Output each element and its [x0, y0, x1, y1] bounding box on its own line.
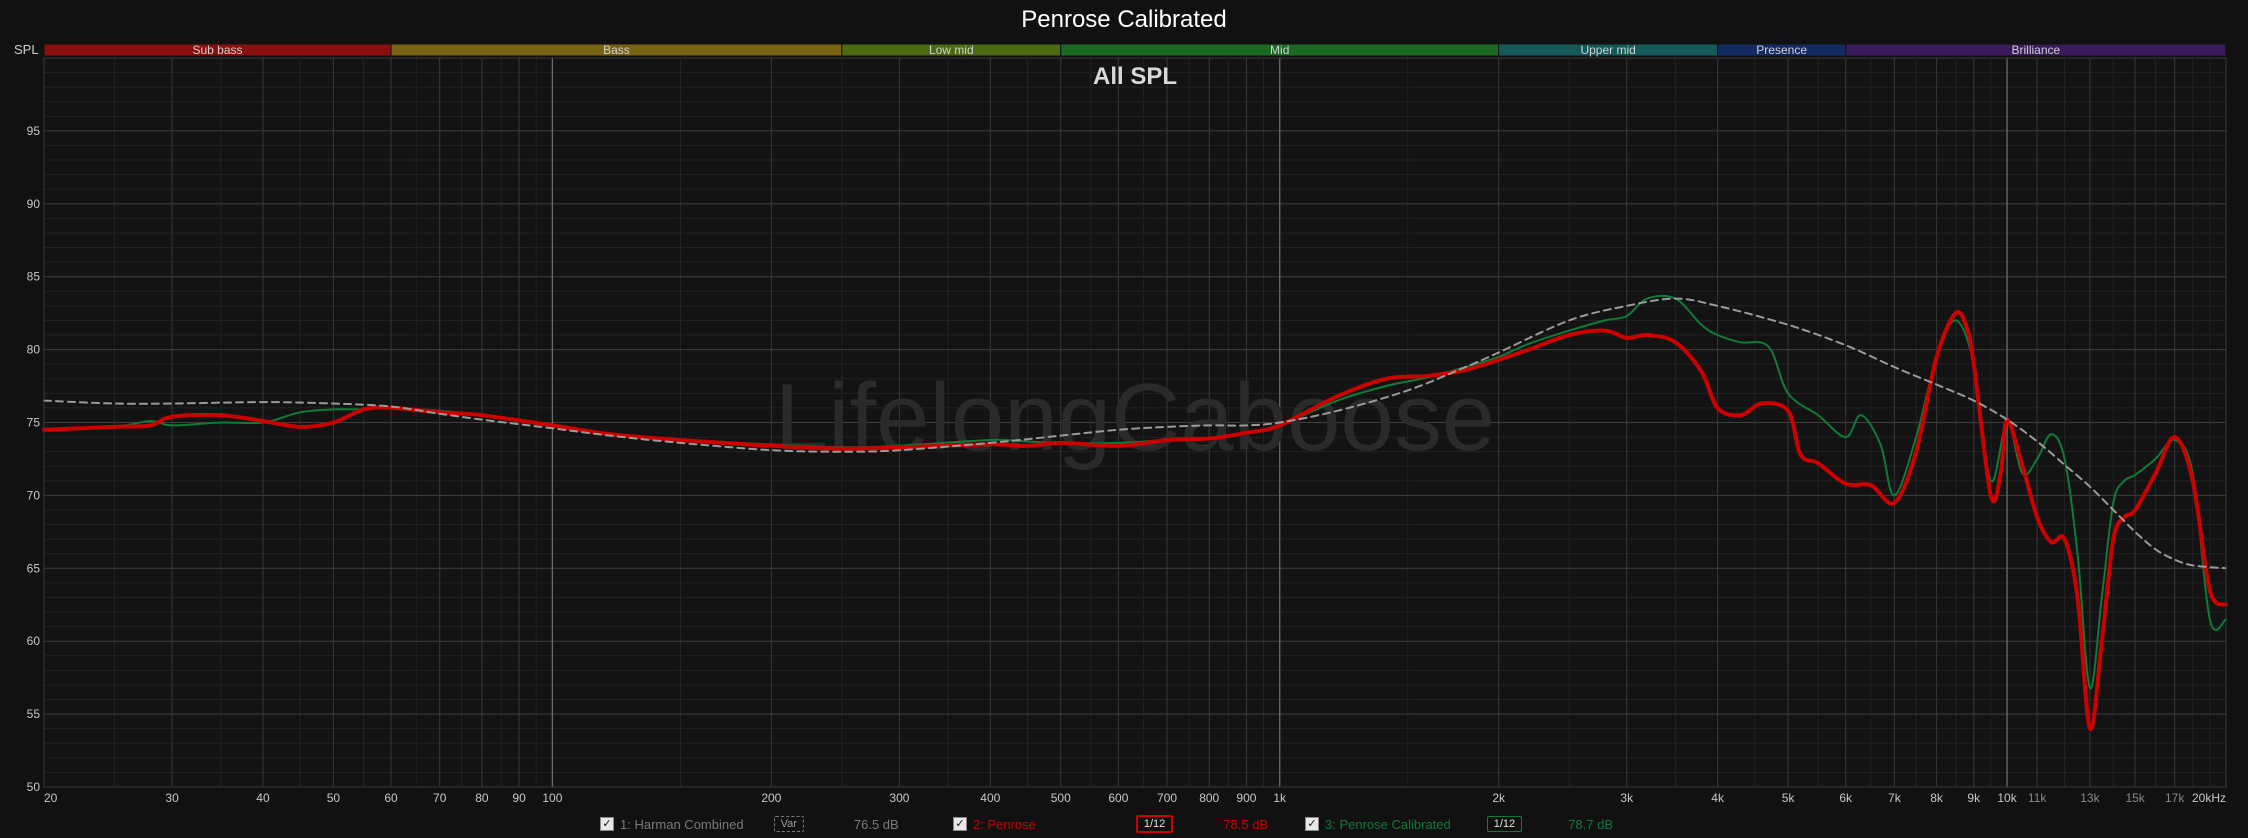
y-tick-label: 90: [27, 197, 41, 211]
band-label: Sub bass: [192, 43, 242, 57]
y-tick-label: 85: [27, 270, 41, 284]
x-tick-label: 30: [165, 791, 179, 805]
x-tick-label: 2k: [1492, 791, 1506, 805]
x-tick-label: 800: [1199, 791, 1219, 805]
legend-smoothing-penrose[interactable]: 1/12: [1135, 815, 1174, 833]
x-tick-label: 11k: [2028, 791, 2047, 805]
x-tick-label: 15k: [2125, 791, 2145, 805]
y-tick-label: 75: [27, 416, 41, 430]
band-label: Upper mid: [1580, 43, 1635, 57]
frequency-response-chart: LifelongCaboose Sub bass Bass Low mid Mid Up…: [27, 43, 2228, 805]
legend-level-harman: 76.5 dB: [853, 816, 899, 832]
band-label: Brilliance: [2012, 43, 2061, 57]
x-tick-label: 7k: [1888, 791, 1902, 805]
legend-item-penrose[interactable]: ✓ 2: Penrose 1/12 78.5 dB: [953, 814, 1268, 834]
y-tick-labels: 50 55 60 65 70 75 80 85 90 95: [27, 124, 41, 794]
x-tick-label: 4k: [1711, 791, 1725, 805]
legend-checkbox-penrose[interactable]: ✓: [953, 817, 967, 831]
x-tick-label: 5k: [1782, 791, 1796, 805]
band-label: Low mid: [929, 43, 974, 57]
x-tick-label: 1k: [1273, 791, 1287, 805]
x-tick-label: 700: [1157, 791, 1177, 805]
legend-item-harman[interactable]: ✓ 1: Harman Combined Var 76.5 dB: [600, 814, 899, 834]
band-label: Presence: [1756, 43, 1807, 57]
x-tick-label: 100: [542, 791, 562, 805]
x-tick-label: 90: [512, 791, 526, 805]
band-label: Mid: [1270, 43, 1289, 57]
y-tick-label: 55: [27, 707, 41, 721]
x-tick-labels: 20 30 40 50 60 70 80 90 100 200 300 400 500 600 700 800…: [44, 791, 2226, 805]
legend-checkbox-calibrated[interactable]: ✓: [1305, 817, 1319, 831]
x-tick-label: 50: [327, 791, 341, 805]
legend-label-penrose: 2: Penrose: [973, 816, 1036, 832]
x-tick-label: 80: [475, 791, 489, 805]
y-tick-label: 80: [27, 343, 41, 357]
x-tick-label: 3k: [1620, 791, 1634, 805]
x-tick-label: 8k: [1930, 791, 1944, 805]
legend-level-calibrated: 78.7 dB: [1568, 816, 1613, 832]
x-tick-label: 9k: [1967, 791, 1981, 805]
x-tick-label: 300: [889, 791, 909, 805]
chart-subtitle: All SPL: [1093, 63, 1177, 90]
x-tick-label: 20: [44, 791, 58, 805]
x-tick-label: 60: [384, 791, 398, 805]
x-tick-label: 200: [761, 791, 781, 805]
legend-smoothing-calibrated[interactable]: 1/12: [1486, 816, 1523, 832]
x-tick-label: 600: [1108, 791, 1128, 805]
x-tick-label: 20kHz: [2192, 791, 2226, 805]
legend-level-penrose: 78.5 dB: [1223, 816, 1269, 832]
x-tick-label: 6k: [1839, 791, 1853, 805]
legend-smoothing-harman[interactable]: Var: [773, 816, 804, 832]
y-tick-label: 95: [27, 124, 41, 138]
x-tick-label: 70: [433, 791, 447, 805]
x-tick-label: 40: [256, 791, 270, 805]
x-tick-label: 400: [980, 791, 1000, 805]
y-tick-label: 70: [27, 488, 41, 502]
legend-label-harman: 1: Harman Combined: [620, 816, 744, 832]
legend-item-calibrated[interactable]: ✓ 3: Penrose Calibrated 1/12 78.7 dB: [1305, 814, 1613, 834]
y-tick-label: 65: [27, 561, 41, 575]
legend-label-calibrated: 3: Penrose Calibrated: [1325, 816, 1451, 832]
x-tick-label: 10k: [1997, 791, 2017, 805]
frequency-bands: Sub bass Bass Low mid Mid Upper mid Presence B…: [43, 43, 2227, 57]
x-tick-label: 13k: [2080, 791, 2100, 805]
x-tick-label: 500: [1051, 791, 1071, 805]
y-tick-label: 50: [27, 780, 41, 794]
y-tick-label: 60: [27, 634, 41, 648]
band-label: Bass: [603, 43, 630, 57]
legend-checkbox-harman[interactable]: ✓: [600, 817, 614, 831]
x-tick-label: 900: [1236, 791, 1256, 805]
x-tick-label: 17k: [2165, 791, 2185, 805]
